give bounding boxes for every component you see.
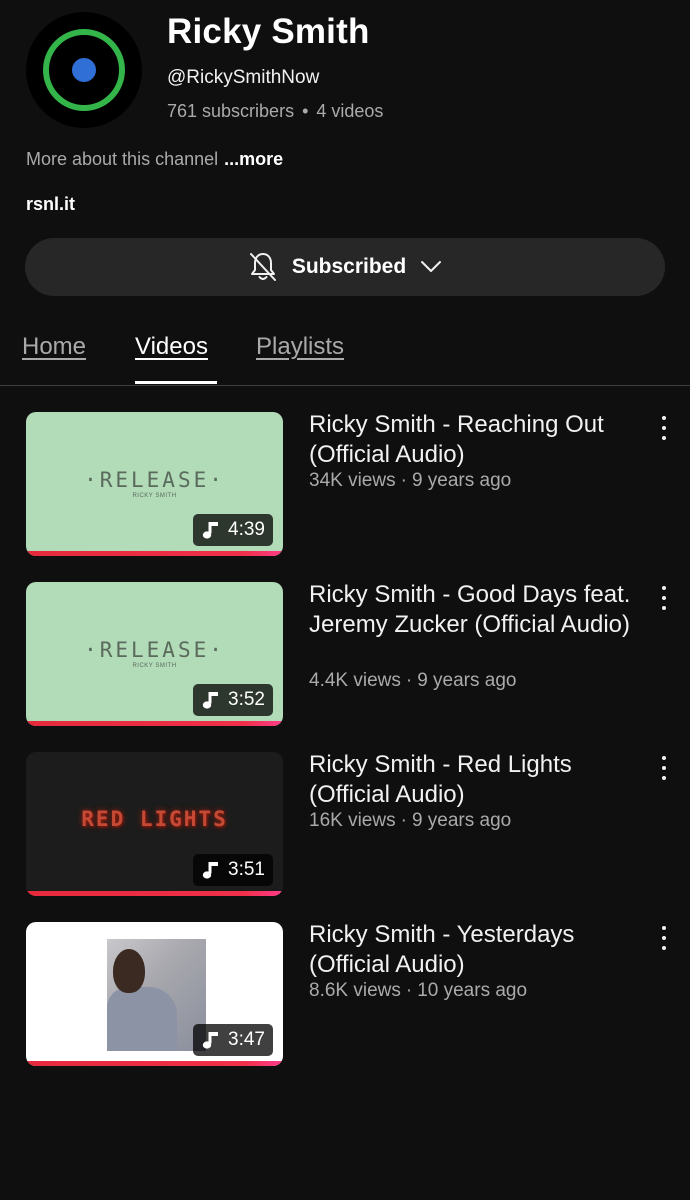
video-item[interactable]: 3:47 Ricky Smith - Yesterdays (Official … bbox=[0, 920, 690, 1068]
view-count: 8.6K views bbox=[309, 980, 401, 1001]
watch-progress-bar bbox=[26, 1061, 283, 1066]
video-meta: 34K views · 9 years ago bbox=[309, 470, 511, 492]
channel-avatar[interactable] bbox=[26, 12, 142, 128]
channel-page: Ricky Smith @RickySmithNow 761 subscribe… bbox=[0, 0, 690, 1200]
more-options-icon[interactable] bbox=[654, 756, 674, 780]
music-note-icon bbox=[202, 1030, 220, 1050]
subscribed-label: Subscribed bbox=[291, 255, 407, 278]
thumbnail-subtext: RICKY SMITH bbox=[132, 663, 177, 669]
thumbnail-text: RED LIGHTS bbox=[81, 807, 228, 831]
avatar-dot bbox=[72, 58, 96, 82]
about-more-link[interactable]: ...more bbox=[224, 149, 283, 169]
duration-badge: 4:39 bbox=[193, 514, 273, 546]
music-note-icon bbox=[202, 520, 220, 540]
video-title[interactable]: Ricky Smith - Good Days feat. Jeremy Zuc… bbox=[309, 580, 649, 640]
view-count: 4.4K views bbox=[309, 670, 401, 691]
subscriber-count: 761 subscribers bbox=[167, 101, 295, 121]
video-item[interactable]: ·RELEASE· RICKY SMITH 3:52 Ricky Smith -… bbox=[0, 580, 690, 728]
about-text: More about this channel bbox=[26, 149, 219, 169]
video-title[interactable]: Ricky Smith - Yesterdays (Official Audio… bbox=[309, 920, 649, 980]
active-tab-indicator bbox=[135, 381, 217, 384]
meta-separator: · bbox=[400, 810, 407, 831]
video-title[interactable]: Ricky Smith - Reaching Out (Official Aud… bbox=[309, 410, 649, 470]
view-count: 34K views bbox=[309, 470, 396, 491]
video-title[interactable]: Ricky Smith - Red Lights (Official Audio… bbox=[309, 750, 649, 810]
upload-age: 10 years ago bbox=[417, 980, 528, 1001]
chevron-down-icon bbox=[420, 260, 442, 274]
watch-progress-bar bbox=[26, 721, 283, 726]
subscribed-button[interactable]: Subscribed bbox=[25, 238, 665, 296]
more-options-icon[interactable] bbox=[654, 926, 674, 950]
thumbnail-photo bbox=[107, 939, 206, 1051]
meta-separator: · bbox=[400, 470, 407, 491]
more-options-icon[interactable] bbox=[654, 586, 674, 610]
channel-stats: 761 subscribers • 4 videos bbox=[167, 101, 383, 122]
view-count: 16K views bbox=[309, 810, 396, 831]
more-options-icon[interactable] bbox=[654, 416, 674, 440]
video-meta: 16K views · 9 years ago bbox=[309, 810, 511, 832]
music-note-icon bbox=[202, 860, 220, 880]
duration-text: 4:39 bbox=[228, 519, 265, 540]
stats-separator: • bbox=[302, 101, 309, 121]
upload-age: 9 years ago bbox=[417, 670, 517, 691]
thumbnail-subtext: RICKY SMITH bbox=[132, 493, 177, 499]
meta-separator: · bbox=[405, 670, 413, 691]
channel-about[interactable]: More about this channel ...more bbox=[26, 149, 283, 170]
tab-videos[interactable]: Videos bbox=[135, 333, 208, 361]
tab-playlists[interactable]: Playlists bbox=[256, 333, 344, 361]
video-item[interactable]: ·RELEASE· RICKY SMITH 4:39 Ricky Smith -… bbox=[0, 410, 690, 558]
music-note-icon bbox=[202, 690, 220, 710]
channel-tabs: Home Videos Playlists bbox=[0, 322, 690, 386]
channel-handle: @RickySmithNow bbox=[167, 67, 320, 88]
bell-off-icon bbox=[248, 251, 278, 283]
video-item[interactable]: RED LIGHTS 3:51 Ricky Smith - Red Lights… bbox=[0, 750, 690, 898]
photo-figure-body bbox=[107, 987, 177, 1051]
watch-progress-bar bbox=[26, 891, 283, 896]
thumbnail-text: ·RELEASE· bbox=[84, 638, 225, 662]
video-count: 4 videos bbox=[316, 101, 384, 121]
photo-figure-head bbox=[113, 949, 145, 993]
meta-separator: · bbox=[405, 980, 413, 1001]
tab-home[interactable]: Home bbox=[22, 333, 86, 361]
duration-badge: 3:51 bbox=[193, 854, 273, 886]
circle-logo-icon bbox=[43, 29, 125, 111]
upload-age: 9 years ago bbox=[411, 810, 512, 831]
thumbnail-text: ·RELEASE· bbox=[84, 468, 225, 492]
duration-badge: 3:52 bbox=[193, 684, 273, 716]
video-thumbnail[interactable]: 3:47 bbox=[26, 922, 283, 1066]
duration-badge: 3:47 bbox=[193, 1024, 273, 1056]
duration-text: 3:47 bbox=[228, 1029, 265, 1050]
duration-text: 3:51 bbox=[228, 859, 265, 880]
video-thumbnail[interactable]: ·RELEASE· RICKY SMITH 4:39 bbox=[26, 412, 283, 556]
video-thumbnail[interactable]: ·RELEASE· RICKY SMITH 3:52 bbox=[26, 582, 283, 726]
video-meta: 8.6K views · 10 years ago bbox=[309, 980, 527, 1002]
duration-text: 3:52 bbox=[228, 689, 265, 710]
channel-name: Ricky Smith bbox=[167, 12, 370, 51]
upload-age: 9 years ago bbox=[411, 470, 512, 491]
video-thumbnail[interactable]: RED LIGHTS 3:51 bbox=[26, 752, 283, 896]
watch-progress-bar bbox=[26, 551, 283, 556]
video-meta: 4.4K views · 9 years ago bbox=[309, 670, 517, 692]
channel-link[interactable]: rsnl.it bbox=[26, 194, 75, 215]
